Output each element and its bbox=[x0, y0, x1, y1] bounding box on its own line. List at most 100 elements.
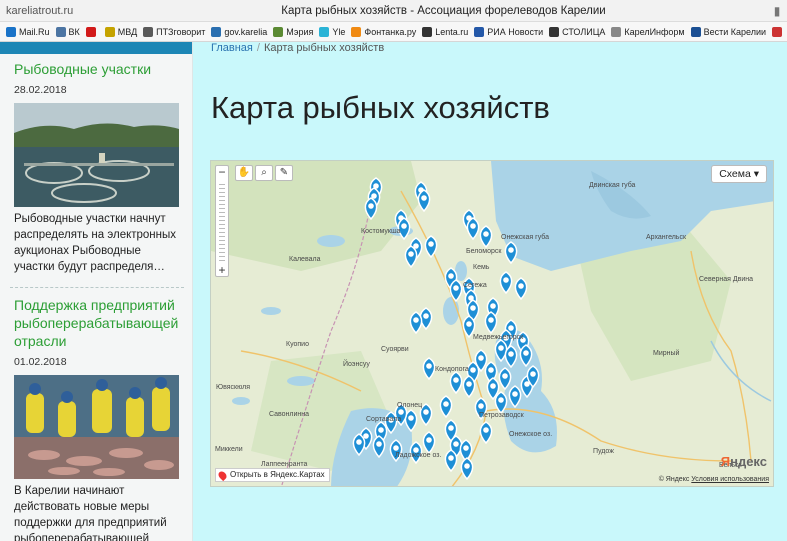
copyright-text: © Яндекс bbox=[658, 476, 690, 483]
bookmark-favicon-icon bbox=[690, 26, 701, 37]
bookmark-label: Yle bbox=[332, 26, 346, 37]
bookmark-item[interactable]: Yle bbox=[319, 26, 346, 37]
bookmarks-bar: Mail.Ru ВК МВД ПТЗговорит gov.karelia Мэрия Yl… bbox=[0, 22, 787, 42]
bookmark-favicon-icon bbox=[772, 26, 783, 37]
map-place-label: Савонлинна bbox=[269, 411, 309, 418]
main-content: Главная / Карта рыбных хозяйств Карта рыбн… bbox=[193, 42, 787, 541]
map-layer-select[interactable]: Схема ▾ bbox=[711, 165, 767, 183]
news-title-link[interactable]: Рыбоводные участки bbox=[14, 60, 184, 78]
bookmark-favicon-icon bbox=[85, 26, 96, 37]
page-title: Карта рыбных хозяйств bbox=[211, 90, 550, 125]
bookmark-favicon-icon bbox=[422, 26, 433, 37]
breadcrumb-separator: / bbox=[256, 42, 260, 54]
map-place-label: Миккели bbox=[215, 446, 243, 453]
news-title-link[interactable]: Поддержка предприятий рыбоперерабатывающ… bbox=[14, 296, 184, 350]
bookmark-item[interactable]: МВД bbox=[104, 26, 138, 37]
bookmark-item[interactable]: ВК bbox=[55, 26, 80, 37]
map-place-label: Медвежьегорск bbox=[473, 334, 524, 341]
bookmark-label: Мэрия bbox=[286, 26, 314, 37]
window-title: Карта рыбных хозяйств - Ассоциация форел… bbox=[281, 4, 606, 17]
map-place-label: Пудож bbox=[593, 448, 614, 455]
sidebar-header bbox=[0, 42, 192, 54]
bookmark-label: Mail.Ru bbox=[19, 26, 50, 37]
map-place-label: Северная Двина bbox=[699, 276, 753, 283]
bookmark-favicon-icon bbox=[611, 26, 622, 37]
map-pin-icon bbox=[216, 469, 229, 482]
map-canvas[interactable]: Костомукша Сегежа Кемь Беломорск Калевала Кон… bbox=[211, 161, 774, 487]
bookmark-item[interactable] bbox=[85, 26, 99, 37]
map-place-label: Петрозаводск bbox=[479, 412, 525, 419]
map-place-label: Мирный bbox=[653, 349, 680, 357]
bookmark-favicon-icon bbox=[211, 26, 222, 37]
bookmark-favicon-icon bbox=[6, 26, 16, 37]
bookmark-label: РИА Новости bbox=[487, 26, 544, 37]
map-place-label: Онежская губа bbox=[501, 233, 549, 241]
news-sidebar: Рыбоводные участки 28.02.2018 Рыбоводные… bbox=[0, 42, 193, 541]
news-item[interactable]: Рыбоводные участки 28.02.2018 Рыбоводные… bbox=[0, 54, 192, 275]
breadcrumb-home-link[interactable]: Главная bbox=[211, 42, 253, 54]
news-date: 01.02.2018 bbox=[14, 356, 67, 368]
map-place-label: Онежское оз. bbox=[509, 431, 552, 438]
news-date: 28.02.2018 bbox=[14, 84, 67, 96]
map-place-label: Кондопога bbox=[435, 366, 469, 373]
map-place-label: Куопио bbox=[286, 341, 309, 348]
bookmark-label: ПТЗговорит bbox=[156, 26, 206, 37]
bookmark-item[interactable]: СТОЛИЦА bbox=[549, 26, 606, 37]
news-image-fish-processing[interactable] bbox=[14, 375, 179, 479]
map-place-label: Беломорск bbox=[466, 248, 502, 255]
hand-drag-icon[interactable]: ✋ bbox=[235, 165, 253, 181]
bookmark-item[interactable]: Мэрия bbox=[273, 26, 314, 37]
news-excerpt: В Карелии начинают действовать новые мер… bbox=[14, 485, 167, 541]
bookmark-item[interactable]: КарелИнформ bbox=[611, 26, 685, 37]
bookmark-favicon-icon bbox=[104, 26, 115, 37]
bookmark-item[interactable]: РИА Новости bbox=[474, 26, 544, 37]
map-place-label: Сортавала bbox=[366, 416, 401, 423]
map-place-label: Лаппеенранта bbox=[261, 461, 307, 468]
yandex-logo-letter: Я bbox=[720, 454, 731, 469]
map-place-label: Суоярви bbox=[381, 346, 409, 353]
news-divider bbox=[10, 287, 184, 288]
terms-of-use-link[interactable]: Условия использования bbox=[691, 476, 769, 483]
bookmark-item[interactable] bbox=[772, 26, 785, 37]
news-item[interactable]: Поддержка предприятий рыбоперерабатывающ… bbox=[0, 296, 192, 541]
ruler-icon[interactable]: ✎ bbox=[275, 165, 293, 181]
map-attribution: © Яндекс Условия использования bbox=[659, 476, 769, 483]
map-place-label: Олонец bbox=[397, 402, 422, 409]
map-place-label: Двинская губа bbox=[589, 181, 636, 189]
bookmark-item[interactable]: ПТЗговорит bbox=[143, 26, 206, 37]
zoom-in-button[interactable]: + bbox=[216, 264, 228, 278]
bookmark-item[interactable]: Mail.Ru bbox=[6, 26, 50, 37]
bookmark-icon[interactable]: ▮ bbox=[767, 4, 787, 18]
news-image-fish-farm[interactable] bbox=[14, 103, 179, 207]
zoom-control[interactable]: − + bbox=[215, 165, 229, 277]
map-place-label: Йоэнсуу bbox=[343, 359, 370, 368]
url-host[interactable]: kareliatrout.ru bbox=[0, 5, 200, 17]
zoom-slider[interactable] bbox=[219, 181, 225, 263]
open-in-yandex-maps-link[interactable]: Открыть в Яндекс.Картах bbox=[215, 468, 330, 482]
bookmark-favicon-icon bbox=[273, 26, 284, 37]
bookmark-label: gov.karelia bbox=[224, 26, 268, 37]
yandex-logo: Яндекс bbox=[721, 454, 767, 469]
bookmark-label: СТОЛИЦА bbox=[562, 26, 606, 37]
map-place-label: Костомукша bbox=[361, 228, 401, 235]
bookmark-label: Фонтанка.ру bbox=[364, 26, 417, 37]
bookmark-item[interactable]: Фонтанка.ру bbox=[351, 26, 417, 37]
zoom-out-button[interactable]: − bbox=[216, 166, 228, 180]
browser-title-bar: kareliatrout.ru Карта рыбных хозяйств - … bbox=[0, 0, 787, 22]
bookmark-label: Вести Карелии bbox=[703, 26, 767, 37]
bookmark-label: ВК bbox=[68, 26, 80, 37]
bookmark-item[interactable]: gov.karelia bbox=[211, 26, 268, 37]
bookmark-label: КарелИнформ bbox=[624, 26, 685, 37]
fish-farms-map[interactable]: Костомукша Сегежа Кемь Беломорск Калевала Кон… bbox=[210, 160, 774, 487]
map-place-label: Кемь bbox=[473, 264, 490, 271]
open-in-yandex-label: Открыть в Яндекс.Картах bbox=[230, 470, 325, 479]
bookmark-favicon-icon bbox=[549, 26, 560, 37]
bookmark-item[interactable]: Lenta.ru bbox=[422, 26, 469, 37]
magnifier-icon[interactable]: ⌕ bbox=[255, 165, 273, 181]
bookmark-item[interactable]: Вести Карелии bbox=[690, 26, 767, 37]
map-place-label: Ювяскюля bbox=[216, 384, 250, 391]
map-place-label: Сегежа bbox=[463, 282, 487, 289]
bookmark-label: МВД bbox=[117, 26, 138, 37]
bookmark-label: Lenta.ru bbox=[435, 26, 469, 37]
bookmark-favicon-icon bbox=[474, 26, 485, 37]
